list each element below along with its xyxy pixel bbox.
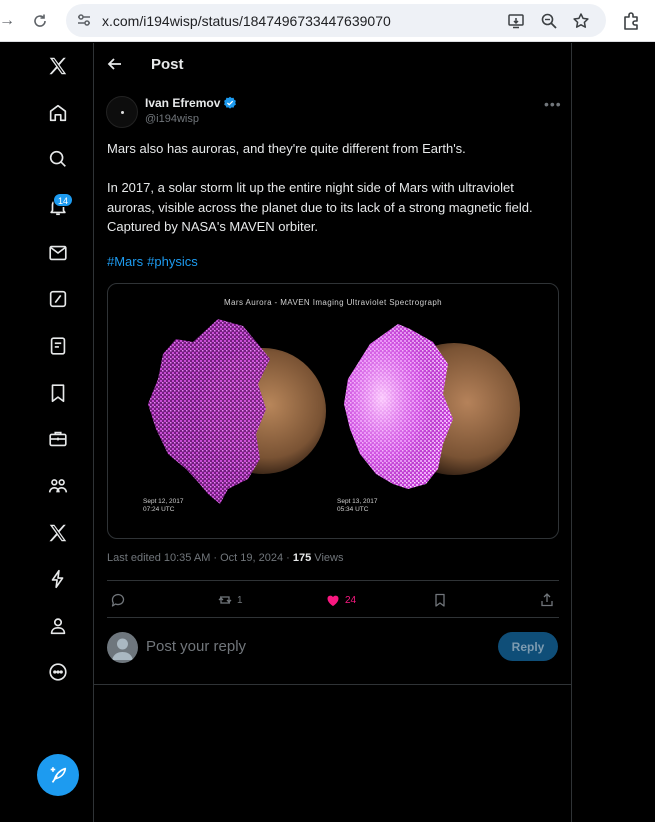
reply-input[interactable] [146,638,446,655]
bookmark-star-icon[interactable] [571,11,591,31]
share-action[interactable] [539,591,555,609]
extensions-icon[interactable] [621,10,643,32]
bookmark-icon [435,593,445,607]
messages-icon[interactable] [40,235,76,271]
back-arrow-icon[interactable] [106,55,126,75]
author-handle[interactable]: @i194wisp [145,113,199,125]
left-nav-rail: 14 [0,43,94,822]
hashtags: #Mars #physics [107,254,202,269]
lists-icon[interactable] [40,328,76,364]
page-title: Post [151,56,184,73]
media-title: Mars Aurora - MAVEN Imaging Ultraviolet … [223,298,443,307]
reply-button[interactable]: Reply [498,632,558,661]
hashtag-physics[interactable]: #physics [147,254,198,269]
author-avatar[interactable] [106,96,138,128]
url-text[interactable]: x.com/i194wisp/status/184749673344763907… [102,13,391,29]
forward-arrow-icon[interactable]: → [0,8,20,34]
share-icon [541,593,553,607]
premium-x-icon[interactable] [40,515,76,551]
verified-orgs-icon[interactable] [40,561,76,597]
jobs-icon[interactable] [40,421,76,457]
browser-toolbar: → x.com/i194wisp/status/1847496733447639… [0,0,655,42]
bookmarks-icon[interactable] [40,375,76,411]
repost-count: 1 [237,594,243,606]
more-options-icon[interactable]: ••• [544,96,562,112]
repost-action[interactable]: 1 [217,591,243,609]
verified-badge-icon[interactable] [223,96,237,110]
address-bar[interactable]: x.com/i194wisp/status/184749673344763907… [66,4,606,37]
like-count: 24 [345,594,357,606]
repost-icon [218,596,232,604]
heart-icon [327,595,339,606]
post-text-paragraph: In 2017, a solar storm lit up the entire… [107,180,533,234]
like-action[interactable]: 24 [325,591,356,609]
post-detail-column: Post Ivan Efremov @i194wisp ••• Mars als… [94,43,572,822]
views-count: 175 [292,552,312,564]
feather-plus-icon [50,767,67,783]
bookmark-action[interactable] [432,591,448,609]
search-icon[interactable] [40,141,76,177]
divider [94,684,572,685]
divider [107,617,559,618]
communities-icon[interactable] [40,468,76,504]
post-text-line1: Mars also has auroras, and they're quite… [107,141,466,156]
post-header: Post [94,43,572,87]
reply-action[interactable] [110,591,126,609]
edited-timestamp[interactable]: Last edited 10:35 AM · Oct 19, 2024 · [107,552,293,564]
install-app-icon[interactable] [506,11,526,31]
grok-icon[interactable] [40,281,76,317]
left-date-label: Sept 12, 2017 07:24 UTC [143,498,184,513]
right-date-label: Sept 13, 2017 05:34 UTC [337,498,378,513]
post-media-image[interactable]: Mars Aurora - MAVEN Imaging Ultraviolet … [107,283,559,539]
notifications-badge: 14 [53,193,74,207]
current-user-avatar[interactable] [107,632,138,663]
more-options-icon[interactable] [40,654,76,690]
zoom-icon[interactable] [539,11,559,31]
views-label: Views [311,552,344,564]
profile-icon[interactable] [40,608,76,644]
home-icon[interactable] [40,95,76,131]
post-meta: Last edited 10:35 AM · Oct 19, 2024 · 17… [107,552,343,564]
x-logo-icon[interactable] [40,48,76,84]
site-settings-icon[interactable] [76,12,92,28]
reload-icon[interactable] [27,8,53,34]
reply-icon [111,593,125,607]
compose-post-button[interactable] [37,754,79,796]
hashtag-mars[interactable]: #Mars [107,254,143,269]
divider [107,580,559,581]
author-name[interactable]: Ivan Efremov [145,96,220,110]
